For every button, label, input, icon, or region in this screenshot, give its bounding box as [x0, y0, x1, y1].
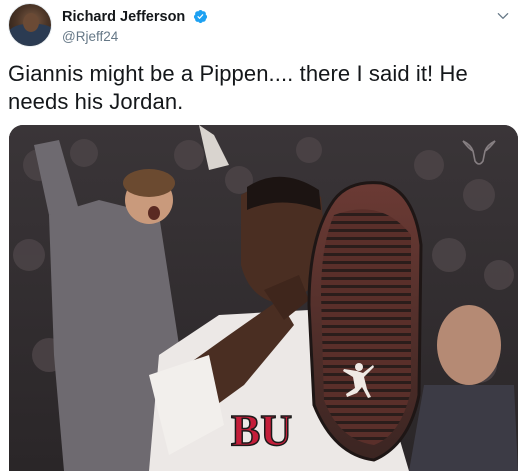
author-display-name[interactable]: Richard Jefferson [62, 9, 185, 25]
author-names: Richard Jefferson @Rjeff24 [62, 8, 208, 44]
avatar-face [23, 13, 39, 32]
verified-badge-icon [193, 10, 207, 24]
sneaker [307, 181, 423, 462]
tweet-header: Richard Jefferson @Rjeff24 [8, 3, 518, 53]
tweet-media-photo[interactable]: BU [9, 125, 518, 471]
jersey-letters: BU [231, 406, 292, 455]
author-handle[interactable]: @Rjeff24 [62, 29, 208, 44]
chevron-down-icon[interactable] [496, 9, 510, 23]
photo-illustration: BU [9, 125, 518, 471]
author-avatar[interactable] [8, 3, 52, 47]
tweet-text: Giannis might be a Pippen.... there I sa… [8, 61, 468, 114]
tweet-card: Richard Jefferson @Rjeff24 Giannis might… [0, 0, 530, 471]
